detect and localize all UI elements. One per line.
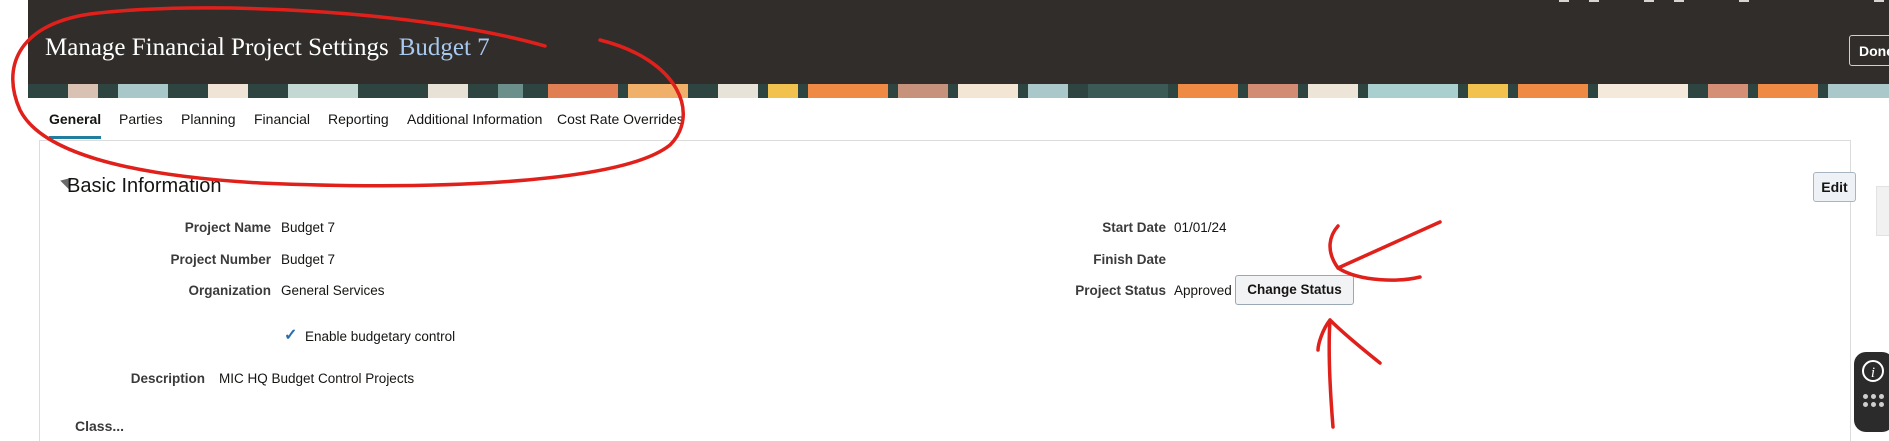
global-toolbar-icons — [1489, 0, 1889, 4]
start-date-label: Start Date — [1102, 220, 1166, 235]
section-title: Basic Information — [67, 175, 222, 197]
page-title: Manage Financial Project Settings Budget … — [45, 34, 490, 62]
done-button[interactable]: Done — [1849, 35, 1889, 66]
page-subtitle: Budget 7 — [398, 34, 490, 61]
organization-label: Organization — [188, 283, 271, 298]
checkmark-icon[interactable]: ✓ — [284, 325, 297, 345]
project-name-label: Project Name — [184, 220, 271, 235]
help-widget[interactable]: i — [1854, 352, 1889, 432]
tab-financial[interactable]: Financial — [254, 111, 310, 136]
tab-bar: General Parties Planning Financial Repor… — [28, 98, 1889, 140]
project-name-value: Budget 7 — [281, 220, 336, 235]
info-icon[interactable]: i — [1862, 360, 1884, 382]
page-title-text: Manage Financial Project Settings — [45, 34, 389, 61]
next-section-partial[interactable]: Class... — [75, 418, 124, 434]
finish-date-label: Finish Date — [1093, 252, 1166, 267]
description-label: Description — [130, 371, 205, 386]
organization-value: General Services — [281, 283, 385, 298]
apps-grid-icon[interactable] — [1863, 394, 1887, 418]
tab-additional-information[interactable]: Additional Information — [407, 111, 542, 136]
edit-button[interactable]: Edit — [1813, 172, 1856, 202]
description-value: MIC HQ Budget Control Projects — [219, 371, 415, 386]
tab-cost-rate-overrides[interactable]: Cost Rate Overrides — [557, 111, 684, 136]
change-status-button[interactable]: Change Status — [1235, 275, 1354, 305]
project-number-label: Project Number — [170, 252, 271, 267]
side-drawer-tab[interactable] — [1876, 186, 1889, 236]
tab-reporting[interactable]: Reporting — [328, 111, 389, 136]
project-number-value: Budget 7 — [281, 252, 336, 267]
project-status-value: Approved — [1174, 283, 1232, 298]
start-date-value: 01/01/24 — [1174, 220, 1227, 235]
page-header: Manage Financial Project Settings Budget … — [28, 0, 1889, 84]
project-status-label: Project Status — [1075, 283, 1166, 298]
tab-general[interactable]: General — [49, 111, 102, 139]
budgetary-control-label: Enable budgetary control — [305, 329, 456, 344]
decorative-banner — [28, 84, 1889, 98]
tab-parties[interactable]: Parties — [119, 111, 163, 136]
tab-planning[interactable]: Planning — [181, 111, 236, 136]
banner-pattern — [28, 84, 1889, 98]
